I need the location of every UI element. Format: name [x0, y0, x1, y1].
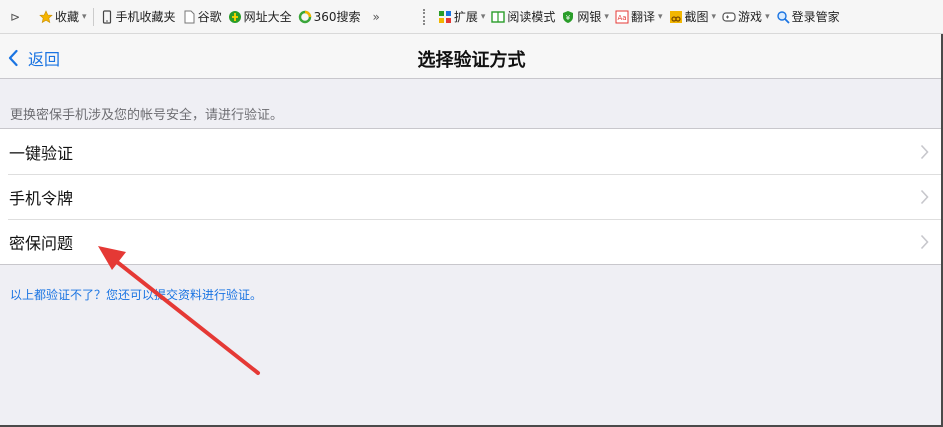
submit-materials-link[interactable]: 以上都验证不了？您还可以提交资料进行验证。 [10, 286, 262, 303]
google-link[interactable]: 谷歌 [179, 5, 225, 29]
reading-mode-label: 阅读模式 [507, 10, 556, 24]
option-phone-token[interactable]: 手机令牌 [0, 174, 943, 219]
search360-link[interactable]: 360搜索 [295, 5, 364, 29]
translate-menu[interactable]: Aa 翻译 ▾ [612, 5, 666, 29]
verification-options-list: 一键验证 手机令牌 密保问题 [0, 128, 943, 265]
favorites-menu[interactable]: 收藏 ▾ [36, 5, 90, 29]
mobile-favorites-label: 手机收藏夹 [115, 10, 176, 24]
sidebar-toggle-icon[interactable]: ⊳ [6, 10, 24, 24]
google-label: 谷歌 [197, 10, 222, 24]
option-security-question[interactable]: 密保问题 [0, 219, 943, 264]
translate-label: 翻译 [630, 10, 655, 24]
site-nav-label: 网址大全 [243, 10, 292, 24]
mobile-favorites-link[interactable]: 手机收藏夹 [97, 5, 179, 29]
chevron-down-icon: ▾ [604, 11, 609, 22]
toolbar-grip-icon[interactable] [422, 8, 429, 25]
chevron-right-icon [920, 189, 929, 205]
chevron-right-icon [920, 144, 929, 160]
extensions-menu[interactable]: 扩展 ▾ [435, 5, 489, 29]
phone-icon [102, 9, 111, 24]
screenshot-menu[interactable]: 截图 ▾ [666, 5, 720, 29]
security-hint: 更换密保手机涉及您的帐号安全，请进行验证。 [10, 108, 284, 123]
navigation-bar: 返回 选择验证方式 [0, 34, 943, 79]
globe-icon [228, 10, 241, 23]
svg-text:Aa: Aa [617, 14, 626, 22]
shield-icon: ¥ [563, 10, 574, 23]
divider [92, 7, 94, 26]
search-icon [776, 10, 790, 24]
page-title: 选择验证方式 [417, 50, 526, 71]
more-favorites-button[interactable]: » [364, 5, 383, 29]
scissors-icon [669, 10, 682, 23]
reading-mode-button[interactable]: 阅读模式 [488, 5, 558, 29]
chevron-down-icon: ▾ [480, 11, 486, 22]
ring-icon [298, 10, 311, 23]
chevron-down-icon: ▾ [82, 11, 87, 22]
chevron-down-icon: ▾ [765, 11, 770, 22]
site-nav-link[interactable]: 网址大全 [225, 5, 295, 29]
banking-label: 网银 [577, 10, 602, 24]
option-label: 手机令牌 [9, 188, 74, 208]
option-label: 一键验证 [9, 143, 74, 163]
star-icon [39, 9, 53, 23]
more-label: » [372, 9, 380, 24]
favorites-label: 收藏 [55, 10, 80, 24]
games-label: 游戏 [738, 10, 763, 24]
search360-label: 360搜索 [313, 10, 361, 24]
banking-menu[interactable]: ¥ 网银 ▾ [558, 5, 612, 29]
games-menu[interactable]: 游戏 ▾ [719, 5, 773, 29]
book-icon [491, 10, 506, 23]
browser-favorites-bar: ⊳ 收藏 ▾ 手机收藏夹 谷歌 网址大全 360搜索 » 扩展 ▾ 阅读模式 ¥… [0, 0, 943, 34]
screenshot-label: 截图 [684, 10, 709, 24]
chevron-right-icon [920, 234, 929, 250]
login-manager-button[interactable]: 登录管家 [773, 5, 843, 29]
chevron-down-icon: ▾ [711, 11, 717, 22]
option-label: 密保问题 [9, 233, 74, 253]
gamepad-icon [722, 11, 736, 22]
extensions-label: 扩展 [453, 10, 478, 24]
chevron-down-icon: ▾ [657, 11, 663, 22]
svg-text:¥: ¥ [566, 14, 571, 22]
option-one-click-verify[interactable]: 一键验证 [0, 129, 943, 174]
grid-icon [438, 10, 451, 23]
page-icon [184, 10, 195, 23]
login-manager-label: 登录管家 [791, 10, 840, 24]
translate-icon: Aa [615, 10, 629, 23]
